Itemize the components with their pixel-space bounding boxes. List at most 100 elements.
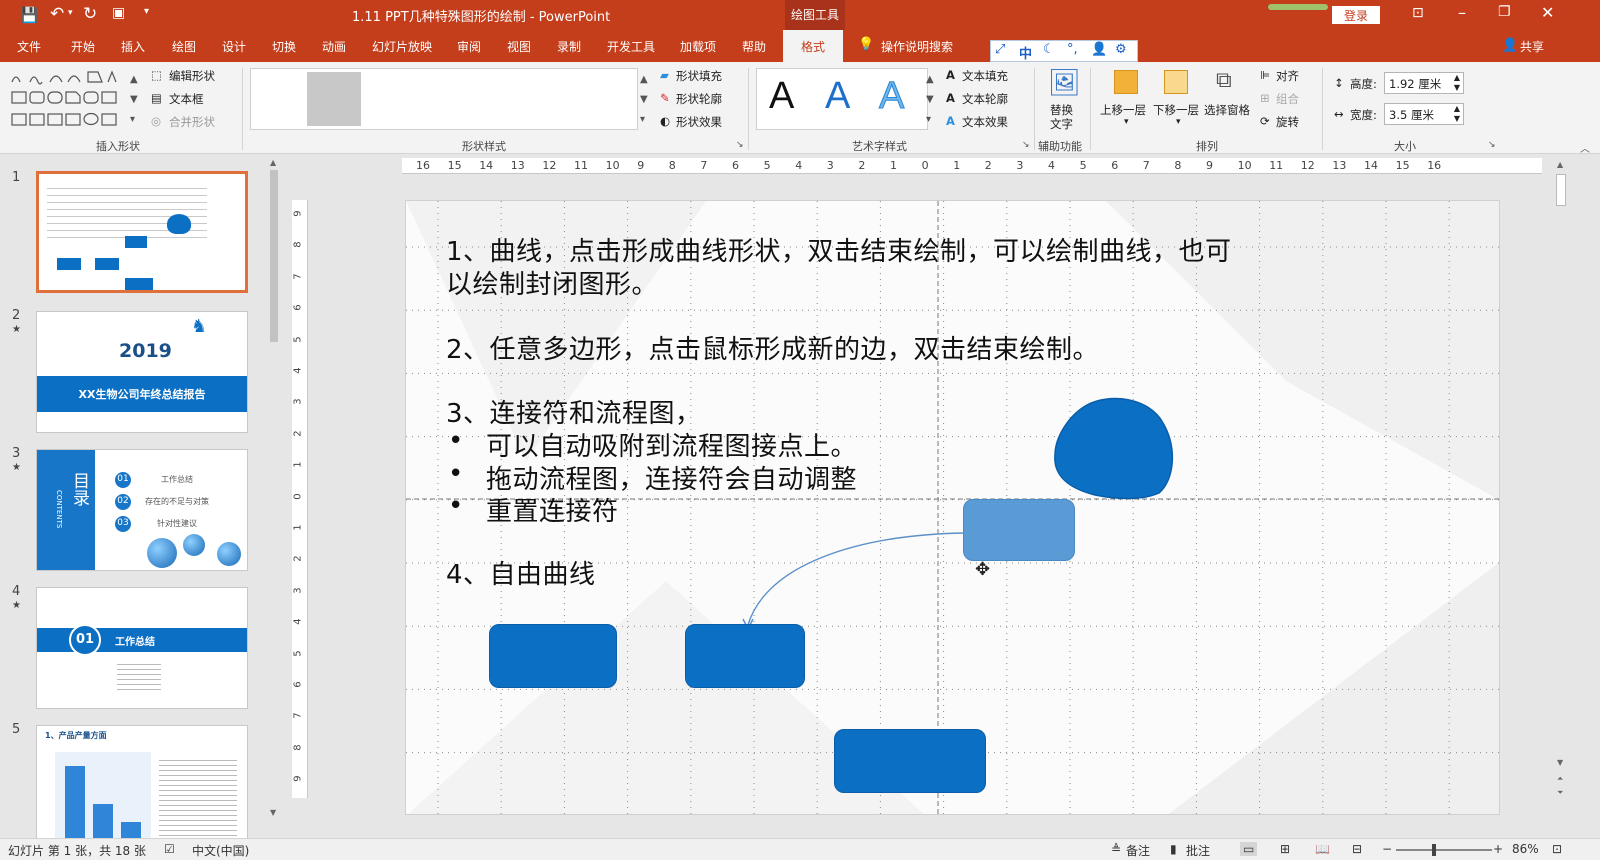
ime-language[interactable]: 中: [1019, 43, 1032, 62]
text-outline-icon[interactable]: A: [946, 91, 955, 105]
login-button[interactable]: 登录: [1332, 6, 1380, 24]
slide-text-line1-cont[interactable]: 以绘制封闭图形。: [446, 264, 658, 301]
size-launcher-icon[interactable]: ↘: [1488, 140, 1496, 150]
text-effects-icon[interactable]: A: [946, 114, 955, 128]
tab-insert[interactable]: 插入: [121, 38, 145, 55]
collapse-ribbon-icon[interactable]: ︿: [1580, 140, 1590, 155]
group-button[interactable]: 组合: [1276, 91, 1299, 107]
shape-styles-gallery[interactable]: [250, 68, 638, 130]
curved-connector[interactable]: [736, 521, 976, 631]
shape-style-swatch[interactable]: [307, 72, 361, 126]
editor-scroll-down-icon[interactable]: ▼: [1557, 758, 1563, 767]
shape-styles-launcher-icon[interactable]: ↘: [736, 140, 744, 150]
tell-me-search[interactable]: 操作说明搜索: [881, 38, 953, 55]
editor-scroll-up-icon[interactable]: ▲: [1557, 160, 1563, 169]
tab-file[interactable]: 文件: [17, 38, 41, 55]
flowchart-box-left[interactable]: [489, 624, 617, 688]
height-input[interactable]: 1.92 厘米 ▲ ▼: [1384, 72, 1464, 94]
undo-dropdown-icon[interactable]: ▾: [68, 8, 73, 18]
editor-scroll-thumb[interactable]: [1556, 174, 1566, 206]
bring-forward-dropdown-icon[interactable]: ▾: [1124, 117, 1129, 127]
start-from-beginning-icon[interactable]: ▣: [112, 5, 125, 21]
tab-draw[interactable]: 绘图: [172, 38, 196, 55]
maximize-icon[interactable]: ❐: [1498, 4, 1511, 20]
tab-help[interactable]: 帮助: [742, 38, 766, 55]
tab-record[interactable]: 录制: [557, 38, 581, 55]
edit-shape-button[interactable]: 编辑形状: [169, 68, 215, 84]
ime-moon-icon[interactable]: ☾: [1043, 42, 1055, 57]
minimize-icon[interactable]: –: [1458, 3, 1466, 22]
slide-thumbnail-4[interactable]: 01 工作总结: [36, 587, 248, 709]
tab-developer[interactable]: 开发工具: [607, 38, 655, 55]
rotate-button[interactable]: 旋转: [1276, 114, 1299, 130]
slide-text-line2[interactable]: 2、任意多边形，点击鼠标形成新的边，双击结束绘制。: [446, 329, 1099, 366]
bring-forward-icon[interactable]: [1114, 70, 1138, 94]
ime-logo-icon[interactable]: ⤢: [995, 42, 1005, 57]
spellcheck-icon[interactable]: ☑: [164, 842, 175, 856]
text-box-icon[interactable]: ▤: [151, 91, 162, 105]
tab-transitions[interactable]: 切换: [272, 38, 296, 55]
slide-counter[interactable]: 幻灯片 第 1 张，共 18 张: [8, 842, 146, 859]
text-box-button[interactable]: 文本框: [169, 91, 204, 107]
shape-styles-scroll-icon[interactable]: ▲ ▼ ▾: [640, 70, 648, 130]
wordart-style-blue[interactable]: A: [825, 75, 850, 118]
undo-icon[interactable]: ↶: [50, 4, 64, 24]
scroll-up-icon[interactable]: ▲: [270, 158, 276, 167]
ime-user-icon[interactable]: 👤: [1091, 42, 1107, 57]
wordart-scroll-icon[interactable]: ▲ ▼ ▾: [926, 70, 934, 130]
notes-icon[interactable]: ≜: [1111, 842, 1121, 856]
shape-fill-icon[interactable]: ▰: [660, 68, 669, 82]
scroll-down-icon[interactable]: ▼: [270, 808, 276, 817]
tab-slideshow[interactable]: 幻灯片放映: [372, 38, 432, 55]
zoom-in-icon[interactable]: +: [1493, 842, 1503, 856]
text-fill-button[interactable]: 文本填充: [962, 68, 1008, 84]
slide-bullet-1[interactable]: 可以自动吸附到流程图接点上。: [486, 426, 857, 463]
text-effects-button[interactable]: 文本效果: [962, 114, 1008, 130]
normal-view-icon[interactable]: ▭: [1240, 842, 1258, 856]
align-icon[interactable]: ⊫: [1260, 68, 1270, 82]
send-backward-button[interactable]: 下移一层: [1153, 102, 1199, 118]
wordart-launcher-icon[interactable]: ↘: [1022, 140, 1030, 150]
tab-design[interactable]: 设计: [222, 38, 246, 55]
notes-button[interactable]: 备注: [1126, 842, 1150, 859]
tab-review[interactable]: 审阅: [457, 38, 481, 55]
panel-scroll-thumb[interactable]: [270, 170, 278, 342]
wordart-style-black[interactable]: A: [769, 75, 794, 118]
tab-animations[interactable]: 动画: [322, 38, 346, 55]
group-icon[interactable]: ⊞: [1260, 91, 1270, 105]
send-backward-icon[interactable]: [1164, 70, 1188, 94]
shape-fill-button[interactable]: 形状填充: [676, 68, 722, 84]
share-user-icon[interactable]: 👤: [1502, 38, 1518, 53]
slide-text-line1[interactable]: 1、曲线，点击形成曲线形状，双击结束绘制，可以绘制曲线，也可: [446, 231, 1232, 268]
wordart-style-gradient[interactable]: A: [878, 75, 904, 118]
freeform-blob[interactable]: [1051, 397, 1179, 505]
slideshow-icon[interactable]: ⊟: [1352, 842, 1362, 856]
shape-effects-icon[interactable]: ◐: [660, 114, 670, 128]
selection-pane-button[interactable]: 选择窗格: [1204, 102, 1250, 118]
zoom-level[interactable]: 86%: [1512, 842, 1539, 856]
ime-punct-icon[interactable]: °,: [1067, 42, 1078, 57]
zoom-slider-thumb[interactable]: [1432, 844, 1436, 856]
slide-canvas[interactable]: 1、曲线，点击形成曲线形状，双击结束绘制，可以绘制曲线，也可 以绘制封闭图形。 …: [405, 200, 1500, 815]
language-indicator[interactable]: 中文(中国): [192, 842, 249, 859]
text-outline-button[interactable]: 文本轮廓: [962, 91, 1008, 107]
rotate-icon[interactable]: ⟳: [1260, 114, 1270, 128]
slide-thumbnail-3[interactable]: 目录 CONTENTS 01 工作总结 02 存在的不足与对策 03 针对性建议: [36, 449, 248, 571]
flowchart-box-bottom[interactable]: [834, 729, 986, 793]
slide-bullet-3[interactable]: 重置连接符: [486, 491, 619, 528]
zoom-out-icon[interactable]: −: [1382, 842, 1392, 856]
bring-forward-button[interactable]: 上移一层: [1100, 102, 1146, 118]
alt-text-icon[interactable]: 🖼: [1048, 68, 1081, 98]
wordart-gallery[interactable]: A A A: [756, 68, 928, 130]
comments-button[interactable]: 批注: [1186, 842, 1210, 859]
slide-thumbnail-2[interactable]: ♞ 2019 XX生物公司年终总结报告: [36, 311, 248, 433]
comments-icon[interactable]: ▮: [1170, 842, 1177, 856]
slide-sorter-icon[interactable]: ⊞: [1280, 842, 1290, 856]
align-button[interactable]: 对齐: [1276, 68, 1299, 84]
ime-settings-icon[interactable]: ⚙: [1115, 42, 1127, 57]
shapes-gallery[interactable]: [8, 68, 128, 130]
alt-text-button-line2[interactable]: 文字: [1050, 116, 1073, 132]
tab-format[interactable]: 格式: [783, 30, 843, 62]
send-backward-dropdown-icon[interactable]: ▾: [1176, 117, 1181, 127]
save-icon[interactable]: 💾: [20, 6, 39, 24]
